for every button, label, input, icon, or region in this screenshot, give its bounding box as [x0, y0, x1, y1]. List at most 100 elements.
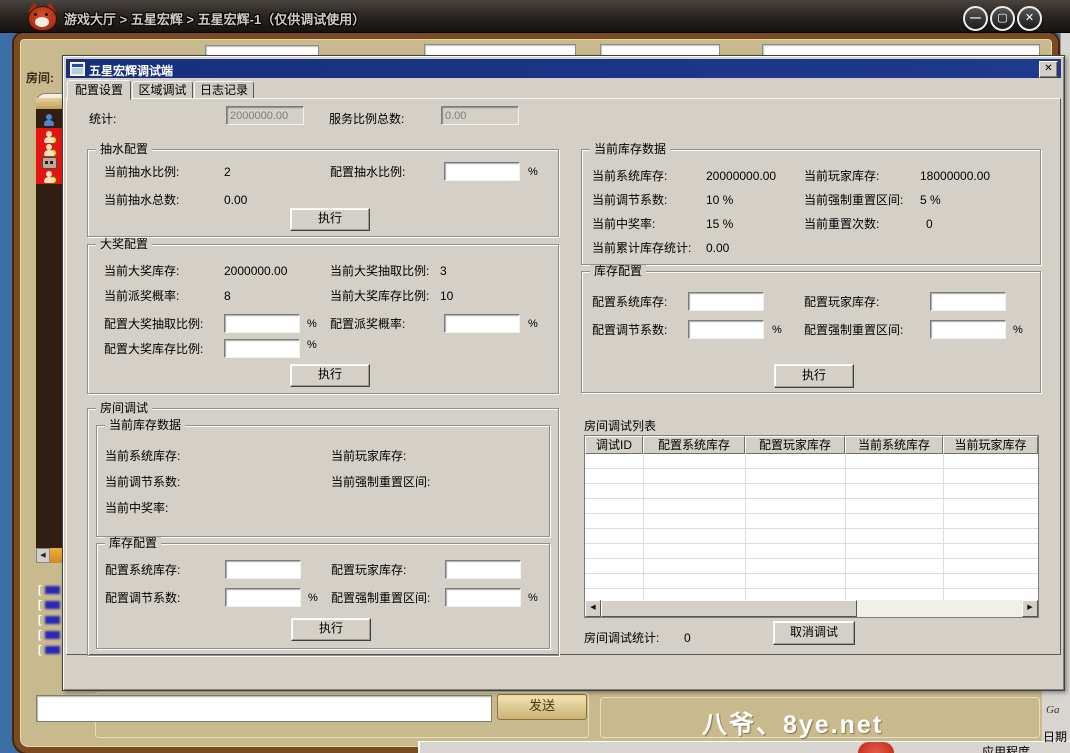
pump-group-title: 抽水配置 — [96, 143, 152, 156]
app-titlebar[interactable]: 游戏大厅 > 五星宏辉 > 五星宏辉-1（仅供调试使用） — ▢ ✕ — [0, 0, 1070, 33]
tab-config[interactable]: 配置设置 — [67, 80, 131, 100]
room-config-player-label: 配置玩家库存: — [331, 564, 406, 577]
room-debug-inventory-group: 当前库存数据 当前系统库存: 当前玩家库存: 当前调节系数: 当前强制重置区间:… — [96, 425, 550, 537]
room-sys-label: 当前系统库存: — [105, 450, 180, 463]
jackpot-config-stock-ratio-input[interactable] — [224, 339, 300, 358]
jackpot-draw-value: 3 — [440, 265, 447, 278]
chat-line: [ — [38, 615, 60, 626]
room-config-title: 库存配置 — [105, 537, 161, 550]
table-h-scrollbar[interactable]: ◀ ▶ — [585, 600, 1038, 617]
cur-total-value: 0.00 — [706, 242, 729, 255]
tab-log[interactable]: 日志记录 — [194, 81, 254, 98]
screen: 房间: 进入 ◀ [ [ [ [ [ 发送 八爷、8ye.net Ga 日期 应… — [0, 0, 1070, 753]
column-header[interactable]: 当前玩家库存 — [943, 436, 1038, 454]
percent-sign: % — [528, 318, 538, 330]
send-button[interactable]: 发送 — [497, 694, 587, 720]
column-header[interactable]: 配置玩家库存 — [745, 436, 845, 454]
jackpot-config-prob-input[interactable] — [444, 314, 520, 333]
cfg-player-input[interactable] — [930, 292, 1006, 311]
column-header[interactable]: 当前系统库存 — [845, 436, 943, 454]
inventory-config-execute-button[interactable]: 执行 — [774, 364, 854, 388]
room-config-sys-input[interactable] — [225, 560, 301, 579]
room-adjust-label: 当前调节系数: — [105, 476, 180, 489]
background-window-bottom — [418, 741, 1070, 753]
room-force-label: 当前强制重置区间: — [331, 476, 430, 489]
config-pump-ratio-input[interactable] — [444, 162, 520, 181]
cur-adjust-label: 当前调节系数: — [592, 194, 667, 207]
cur-adjust-value: 10 % — [706, 194, 733, 207]
jackpot-config-stock-ratio-label: 配置大奖库存比例: — [104, 343, 203, 356]
scroll-track[interactable] — [50, 548, 62, 563]
player-list[interactable] — [36, 109, 62, 552]
minimize-icon[interactable]: — — [963, 6, 988, 31]
cfg-adjust-label: 配置调节系数: — [592, 324, 667, 337]
percent-sign: % — [308, 592, 318, 604]
tab-region-debug[interactable]: 区域调试 — [132, 81, 193, 98]
jackpot-config-draw-input[interactable] — [224, 314, 300, 333]
current-pump-ratio-label: 当前抽水比例: — [104, 166, 179, 179]
jackpot-stock-value: 2000000.00 — [224, 265, 287, 278]
room-debug-execute-button[interactable]: 执行 — [291, 618, 371, 641]
cur-force-value: 5 % — [920, 194, 941, 207]
chat-line: [ — [38, 600, 60, 611]
scroll-left-icon[interactable]: ◀ — [36, 548, 50, 563]
dialog-titlebar[interactable]: 五星宏辉调试端 ✕ — [66, 59, 1061, 78]
service-ratio-label: 服务比例总数: — [329, 113, 404, 126]
current-inventory-title: 当前库存数据 — [590, 143, 670, 156]
cur-force-label: 当前强制重置区间: — [804, 194, 903, 207]
jackpot-group: 大奖配置 当前大奖库存: 2000000.00 当前大奖抽取比例: 3 当前派奖… — [87, 244, 559, 394]
debug-list-body — [585, 454, 1038, 600]
site-watermark: 八爷、8ye.net — [702, 705, 883, 741]
scroll-right-icon[interactable]: ▶ — [1022, 600, 1038, 617]
cfg-sys-input[interactable] — [688, 292, 764, 311]
debug-dialog: 五星宏辉调试端 ✕ 配置设置 区域调试 日志记录 统计: 服务比例总数: 抽水配… — [62, 55, 1065, 691]
column-header[interactable]: 调试ID — [585, 436, 643, 454]
player-list-header — [36, 98, 62, 109]
stats-label: 统计: — [89, 113, 116, 126]
column-header[interactable]: 配置系统库存 — [643, 436, 745, 454]
app-logo-fox-icon — [26, 2, 58, 30]
cancel-debug-button[interactable]: 取消调试 — [773, 621, 855, 645]
debug-stats-label: 房间调试统计: — [584, 632, 659, 645]
background-text-date: 日期 — [1043, 728, 1067, 745]
chat-line: [ — [38, 585, 60, 596]
cur-reset-value: 0 — [926, 218, 933, 231]
jackpot-execute-button[interactable]: 执行 — [290, 364, 370, 387]
current-pump-total-value: 0.00 — [224, 194, 247, 207]
cfg-adjust-input[interactable] — [688, 320, 764, 339]
cfg-sys-label: 配置系统库存: — [592, 296, 667, 309]
percent-sign: % — [1013, 324, 1023, 336]
current-inventory-group: 当前库存数据 当前系统库存: 20000000.00 当前玩家库存: 18000… — [581, 149, 1041, 265]
close-icon[interactable]: ✕ — [1039, 61, 1058, 78]
pump-execute-button[interactable]: 执行 — [290, 208, 370, 231]
scroll-thumb[interactable] — [601, 600, 857, 617]
jackpot-stock-label: 当前大奖库存: — [104, 265, 179, 278]
room-config-player-input[interactable] — [445, 560, 521, 579]
scroll-left-icon[interactable]: ◀ — [585, 600, 601, 617]
close-icon[interactable]: ✕ — [1017, 6, 1042, 31]
cur-player-value: 18000000.00 — [920, 170, 990, 183]
chat-line: [ — [38, 645, 60, 656]
scroll-track[interactable] — [857, 600, 1022, 617]
room-config-adjust-input[interactable] — [225, 588, 301, 607]
percent-sign: % — [307, 339, 317, 351]
background-text-app: 应用程度 — [982, 743, 1030, 753]
cur-total-label: 当前累计库存统计: — [592, 242, 691, 255]
config-pump-ratio-label: 配置抽水比例: — [330, 166, 405, 179]
jackpot-stock-ratio-value: 10 — [440, 290, 453, 303]
background-app-icon — [858, 742, 894, 753]
maximize-icon[interactable]: ▢ — [990, 6, 1015, 31]
current-pump-total-label: 当前抽水总数: — [104, 194, 179, 207]
player-clock-icon — [42, 170, 55, 183]
percent-sign: % — [528, 592, 538, 604]
lobby-scrollbar[interactable]: ◀ — [36, 548, 62, 563]
room-config-force-input[interactable] — [445, 588, 521, 607]
debug-list-table[interactable]: 调试ID 配置系统库存 配置玩家库存 当前系统库存 当前玩家库存 ◀ ▶ — [584, 435, 1039, 618]
jackpot-prob-label: 当前派奖概率: — [104, 290, 179, 303]
room-config-force-label: 配置强制重置区间: — [331, 592, 430, 605]
cur-player-label: 当前玩家库存: — [804, 170, 879, 183]
chat-input[interactable] — [36, 695, 492, 722]
cfg-force-input[interactable] — [930, 320, 1006, 339]
inventory-config-group: 库存配置 配置系统库存: 配置玩家库存: 配置调节系数: % 配置强制重置区间:… — [581, 271, 1041, 393]
percent-sign: % — [772, 324, 782, 336]
